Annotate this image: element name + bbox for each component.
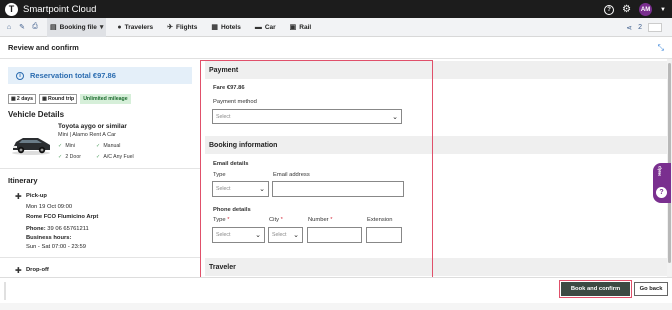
app-title: Smartpoint Cloud [23, 3, 97, 15]
info-icon: i [16, 71, 24, 80]
tab-rail[interactable]: ▣ Rail [287, 18, 315, 37]
main-nav: ⌂ ✎ ⎙ ▤ Booking file ▾ ● Travelers ✈ Fli… [0, 17, 672, 37]
summary-panel: i Reservation total €97.86 ▦ 2 days ▦ Roun… [0, 59, 200, 277]
book-and-confirm-button[interactable]: Book and confirm [558, 279, 633, 299]
tab-hotels[interactable]: ▦ Hotels [208, 18, 244, 37]
folder-icon: ▤ [50, 24, 57, 31]
vehicle-details-title: Vehicle Details [8, 110, 65, 119]
reservation-total: Reservation total €97.86 [30, 71, 116, 80]
bottom-strip [0, 303, 672, 310]
check-icon: ✓ [96, 143, 101, 149]
wrench-icon[interactable]: ✎ [18, 23, 26, 31]
help-icon[interactable]: ? [604, 4, 615, 15]
chevron-down-icon: ▾ [99, 24, 104, 31]
reservation-total-banner: i Reservation total €97.86 [8, 67, 192, 84]
question-icon[interactable]: ? [656, 187, 667, 198]
car-icon: ▬ [254, 23, 262, 31]
nav-action-button[interactable] [648, 23, 662, 32]
pickup-datetime: Mon 19 Oct 09:00 [26, 204, 73, 210]
duration-tag: ▦ 2 days [8, 94, 37, 104]
dropoff-label: Drop-off [26, 267, 49, 273]
share-count: 2 [638, 24, 642, 31]
print-icon[interactable]: ⎙ [31, 23, 39, 31]
check-icon: ✓ [58, 154, 63, 160]
pickup-phone: Phone: 39 06 65761211 [26, 226, 89, 232]
calendar-icon: ▦ [42, 96, 47, 102]
car-subtitle: Mini | Alamo Rent A Car [58, 132, 116, 138]
collapse-icon[interactable]: ⤡ [658, 43, 664, 53]
mileage-tag: Unlimited mileage [80, 94, 131, 104]
top-bar: T Smartpoint Cloud ? ⚙ AM ▼ [0, 0, 672, 18]
pickup-location: Rome FCO Flumicino Arpt [26, 214, 99, 220]
avatar[interactable]: AM [639, 3, 653, 16]
chevron-down-icon[interactable]: ▼ [660, 7, 666, 13]
divider [0, 257, 200, 258]
trip-tags: ▦ 2 days ▦ Round trip Unlimited mileage [8, 94, 131, 104]
feature-transmission: ✓ Manual [96, 143, 121, 149]
plane-icon: ✈ [167, 24, 174, 31]
feature-ac: ✓ A/C Any Fuel [96, 154, 134, 160]
go-back-button[interactable]: Go back [634, 282, 668, 296]
car-image [12, 138, 50, 155]
divider [0, 168, 200, 169]
calendar-icon: ▦ [11, 96, 16, 102]
trip-type-tag: ▦ Round trip [39, 94, 78, 104]
tab-flights[interactable]: ✈ Flights [164, 18, 200, 37]
home-icon[interactable]: ⌂ [5, 24, 13, 31]
page-title: Review and confirm [8, 43, 79, 52]
tab-booking-file[interactable]: ▤ Booking file ▾ [47, 17, 107, 37]
highlight-frame [200, 60, 433, 296]
check-icon: ✓ [96, 154, 101, 160]
car-name: Toyota aygo or similar [58, 123, 127, 130]
gear-icon[interactable]: ⚙ [622, 4, 631, 15]
tab-travelers[interactable]: ● Travelers [114, 18, 156, 37]
pickup-label: Pick-up [26, 193, 47, 199]
feature-size: ✓ Mini [58, 143, 75, 149]
page-header: Review and confirm ⤡ [0, 37, 672, 59]
tab-rail-label: Rail [299, 23, 312, 31]
tab-travelers-label: Travelers [124, 23, 154, 31]
tab-car[interactable]: ▬ Car [252, 18, 279, 37]
tab-booking-file-label: Booking file [59, 23, 97, 31]
dropoff-icon: ✚ [15, 266, 22, 275]
pickup-hours: Sun - Sat 07:00 - 23:59 [26, 244, 86, 250]
feature-doors: ✓ 2 Door [58, 154, 81, 160]
help-tab-label: Help [657, 166, 662, 176]
tab-flights-label: Flights [176, 23, 198, 31]
travelport-logo: T [5, 2, 18, 16]
train-icon: ▣ [289, 24, 297, 31]
itinerary-title: Itinerary [8, 176, 38, 185]
footer-divider [4, 282, 6, 300]
tab-hotels-label: Hotels [220, 23, 241, 31]
share-icon[interactable]: ⋖ [626, 24, 632, 32]
check-icon: ✓ [58, 143, 63, 149]
person-icon: ● [117, 23, 122, 31]
pickup-hours-label: Business hours: [26, 235, 72, 241]
hotel-icon: ▦ [211, 24, 218, 31]
tab-car-label: Car [264, 23, 276, 31]
pickup-icon: ✚ [15, 192, 22, 201]
